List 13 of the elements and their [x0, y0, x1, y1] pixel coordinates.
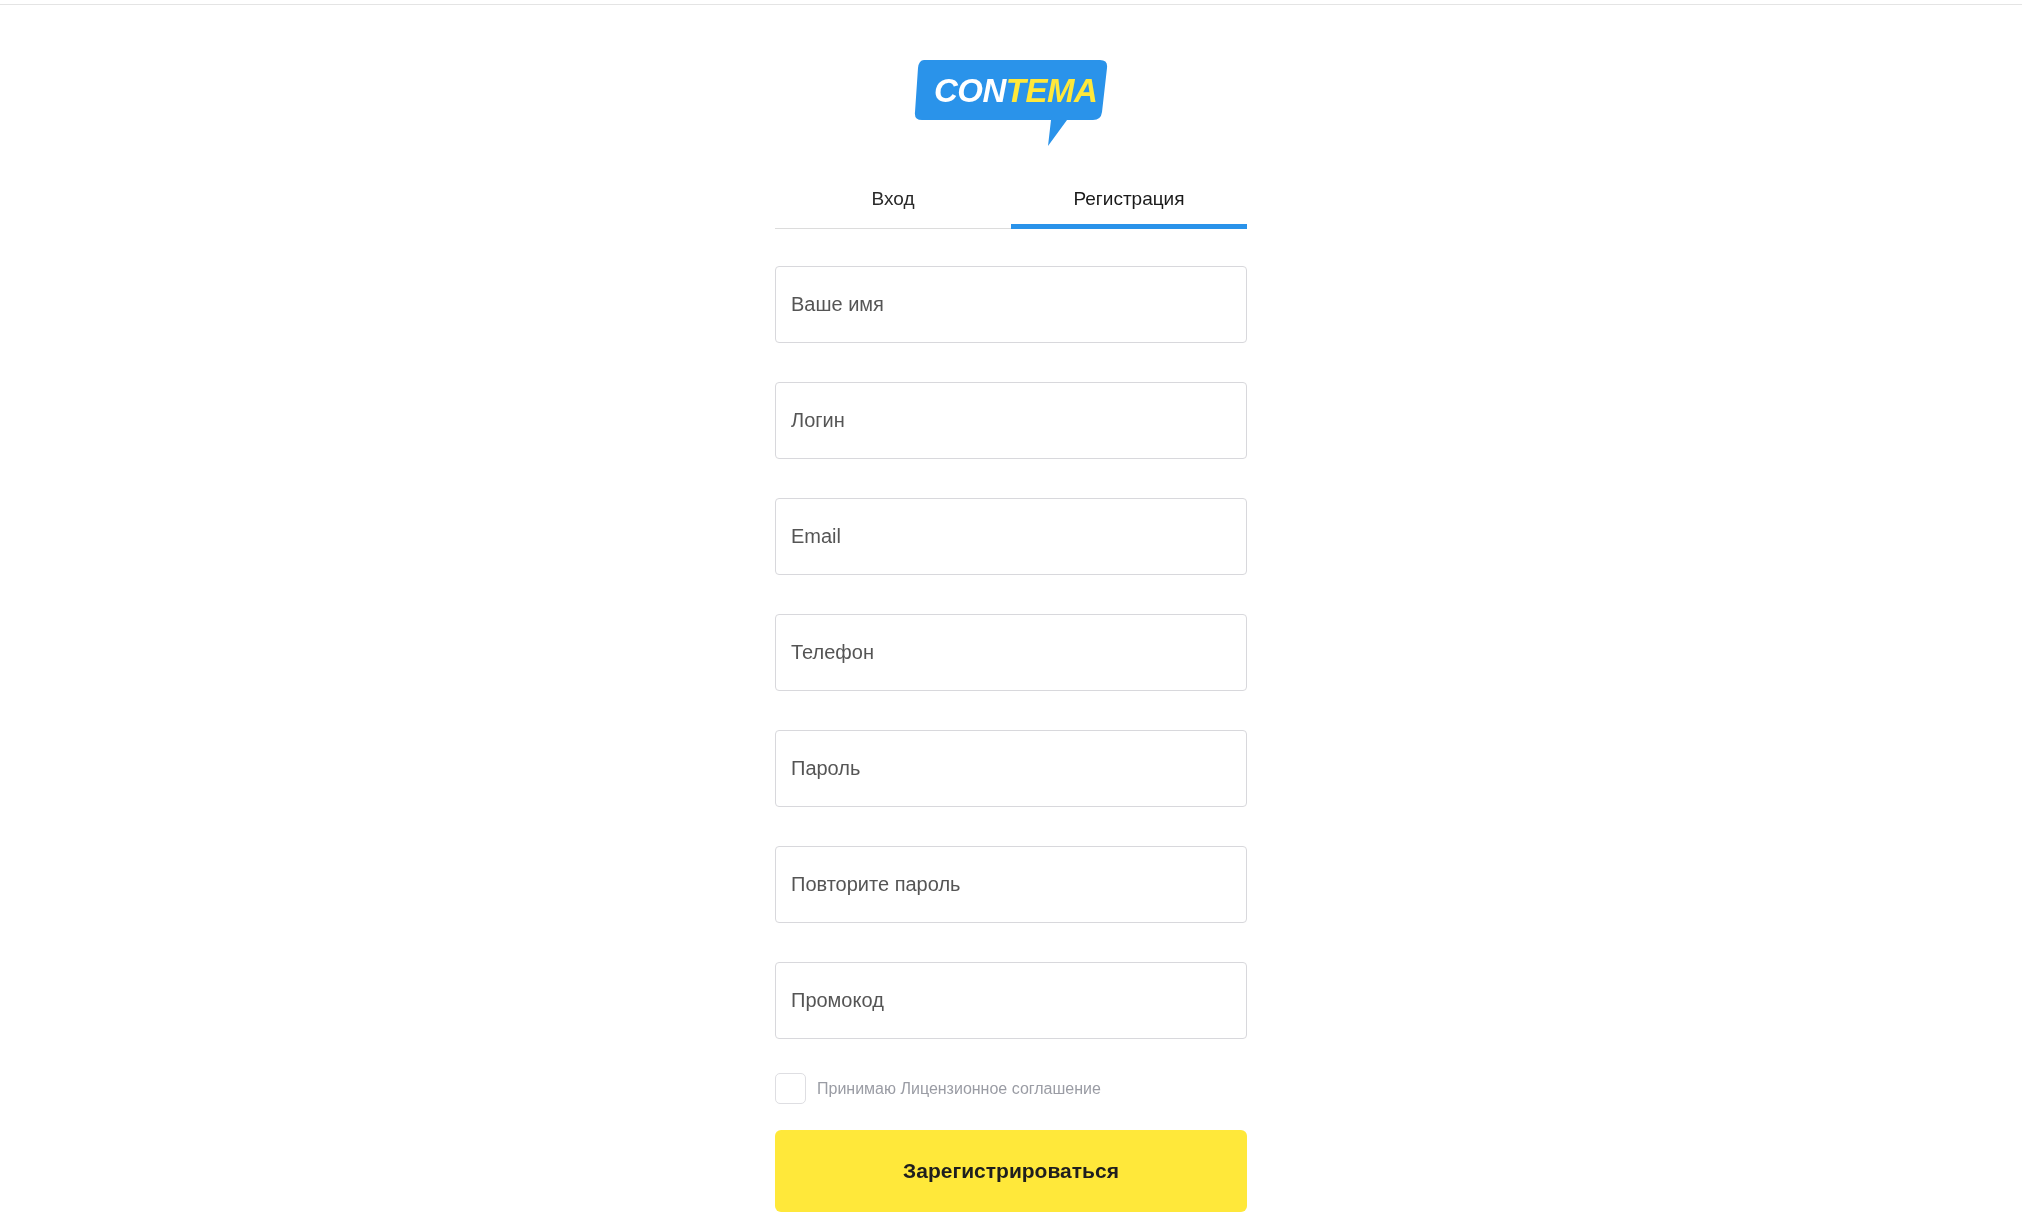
input-field[interactable]: Логин	[775, 382, 1247, 459]
input-field[interactable]: Ваше имя	[775, 266, 1247, 343]
input-field[interactable]: Телефон	[775, 614, 1247, 691]
tab[interactable]: Вход	[775, 176, 1011, 229]
input-field[interactable]: Email	[775, 498, 1247, 575]
input-field[interactable]: Повторите пароль	[775, 846, 1247, 923]
tab[interactable]: Регистрация	[1011, 176, 1247, 229]
register-button[interactable]: Зарегистрироваться	[775, 1130, 1247, 1212]
input-field[interactable]: Пароль	[775, 730, 1247, 807]
logo-text: CONTEMA	[934, 72, 1098, 110]
checkbox[interactable]	[775, 1073, 806, 1104]
agreement-label: Принимаю Лицензионное соглашение	[817, 1079, 1101, 1098]
input-field[interactable]: Промокод	[775, 962, 1247, 1039]
